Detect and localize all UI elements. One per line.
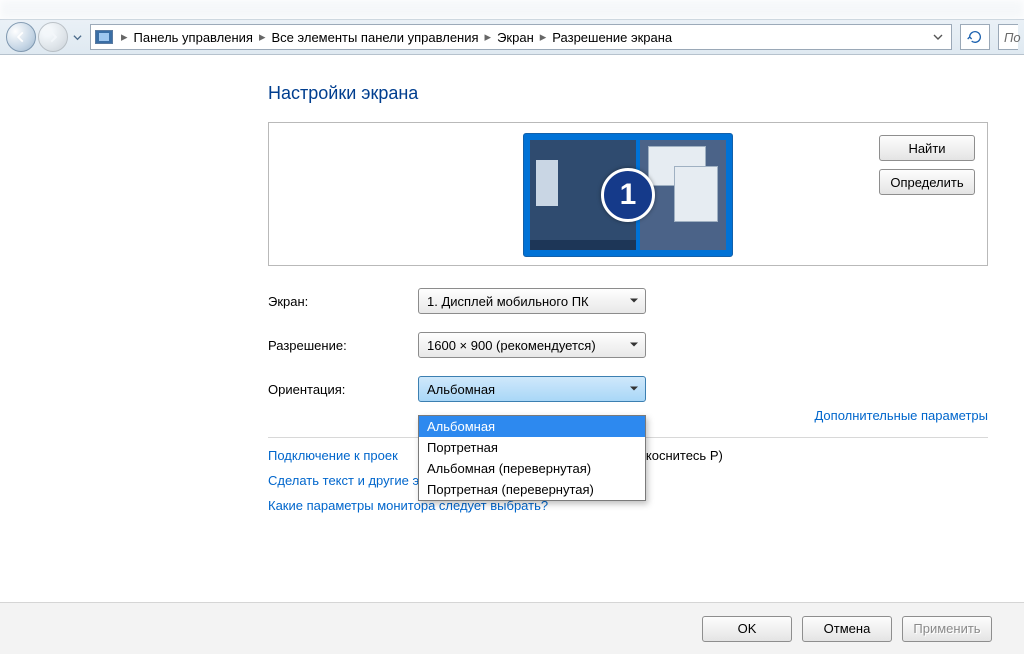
- explorer-navbar: ▸ Панель управления ▸ Все элементы панел…: [0, 19, 1024, 55]
- find-button[interactable]: Найти: [879, 135, 975, 161]
- forward-button[interactable]: [38, 22, 68, 52]
- resolution-combo[interactable]: 1600 × 900 (рекомендуется): [418, 332, 646, 358]
- cancel-button[interactable]: Отмена: [802, 616, 892, 642]
- orientation-combo[interactable]: Альбомная: [418, 376, 646, 402]
- arrow-left-icon: [14, 30, 28, 44]
- screen-combo[interactable]: 1. Дисплей мобильного ПК: [418, 288, 646, 314]
- crumb-resolution[interactable]: Разрешение экрана: [548, 30, 676, 45]
- chevron-down-icon: [73, 33, 82, 42]
- address-bar[interactable]: ▸ Панель управления ▸ Все элементы панел…: [90, 24, 952, 50]
- identify-button[interactable]: Определить: [879, 169, 975, 195]
- chevron-down-icon: [629, 382, 639, 397]
- crumb-display[interactable]: Экран: [493, 30, 538, 45]
- crumb-control-panel[interactable]: Панель управления: [130, 30, 257, 45]
- obscured-header: [0, 0, 1024, 19]
- monitor-preview[interactable]: 1: [523, 133, 733, 257]
- crumb-all-items[interactable]: Все элементы панели управления: [268, 30, 483, 45]
- arrow-right-icon: [46, 30, 60, 44]
- orientation-label: Ориентация:: [268, 382, 418, 397]
- refresh-icon: [967, 29, 983, 45]
- address-dropdown[interactable]: [929, 30, 947, 45]
- orientation-option-0[interactable]: Альбомная: [419, 416, 645, 437]
- resolution-combo-value: 1600 × 900 (рекомендуется): [427, 338, 596, 353]
- display-preview-box: 1 Найти Определить: [268, 122, 988, 266]
- orientation-option-2[interactable]: Альбомная (перевернутая): [419, 458, 645, 479]
- chevron-down-icon: [629, 294, 639, 309]
- resolution-label: Разрешение:: [268, 338, 418, 353]
- page-title: Настройки экрана: [268, 83, 988, 104]
- projector-link-pre[interactable]: Подключение к проек: [268, 448, 398, 463]
- ok-button[interactable]: OK: [702, 616, 792, 642]
- back-button[interactable]: [6, 22, 36, 52]
- breadcrumb-sep: ▸: [119, 29, 130, 45]
- history-dropdown[interactable]: [70, 22, 84, 52]
- monitor-number-badge: 1: [601, 168, 655, 222]
- chevron-down-icon: [629, 338, 639, 353]
- footer-button-bar: OK Отмена Применить: [0, 602, 1024, 654]
- orientation-combo-value: Альбомная: [427, 382, 495, 397]
- apply-button[interactable]: Применить: [902, 616, 992, 642]
- screen-label: Экран:: [268, 294, 418, 309]
- advanced-settings-link[interactable]: Дополнительные параметры: [814, 408, 988, 423]
- orientation-option-3[interactable]: Портретная (перевернутая): [419, 479, 645, 500]
- projector-link-post: и коснитесь P): [635, 448, 723, 463]
- chevron-down-icon: [933, 32, 943, 42]
- refresh-button[interactable]: [960, 24, 990, 50]
- orientation-dropdown-list[interactable]: Альбомная Портретная Альбомная (переверн…: [418, 415, 646, 501]
- monitor-icon: [95, 30, 113, 44]
- search-field-fragment[interactable]: По: [998, 24, 1018, 50]
- screen-combo-value: 1. Дисплей мобильного ПК: [427, 294, 589, 309]
- orientation-option-1[interactable]: Портретная: [419, 437, 645, 458]
